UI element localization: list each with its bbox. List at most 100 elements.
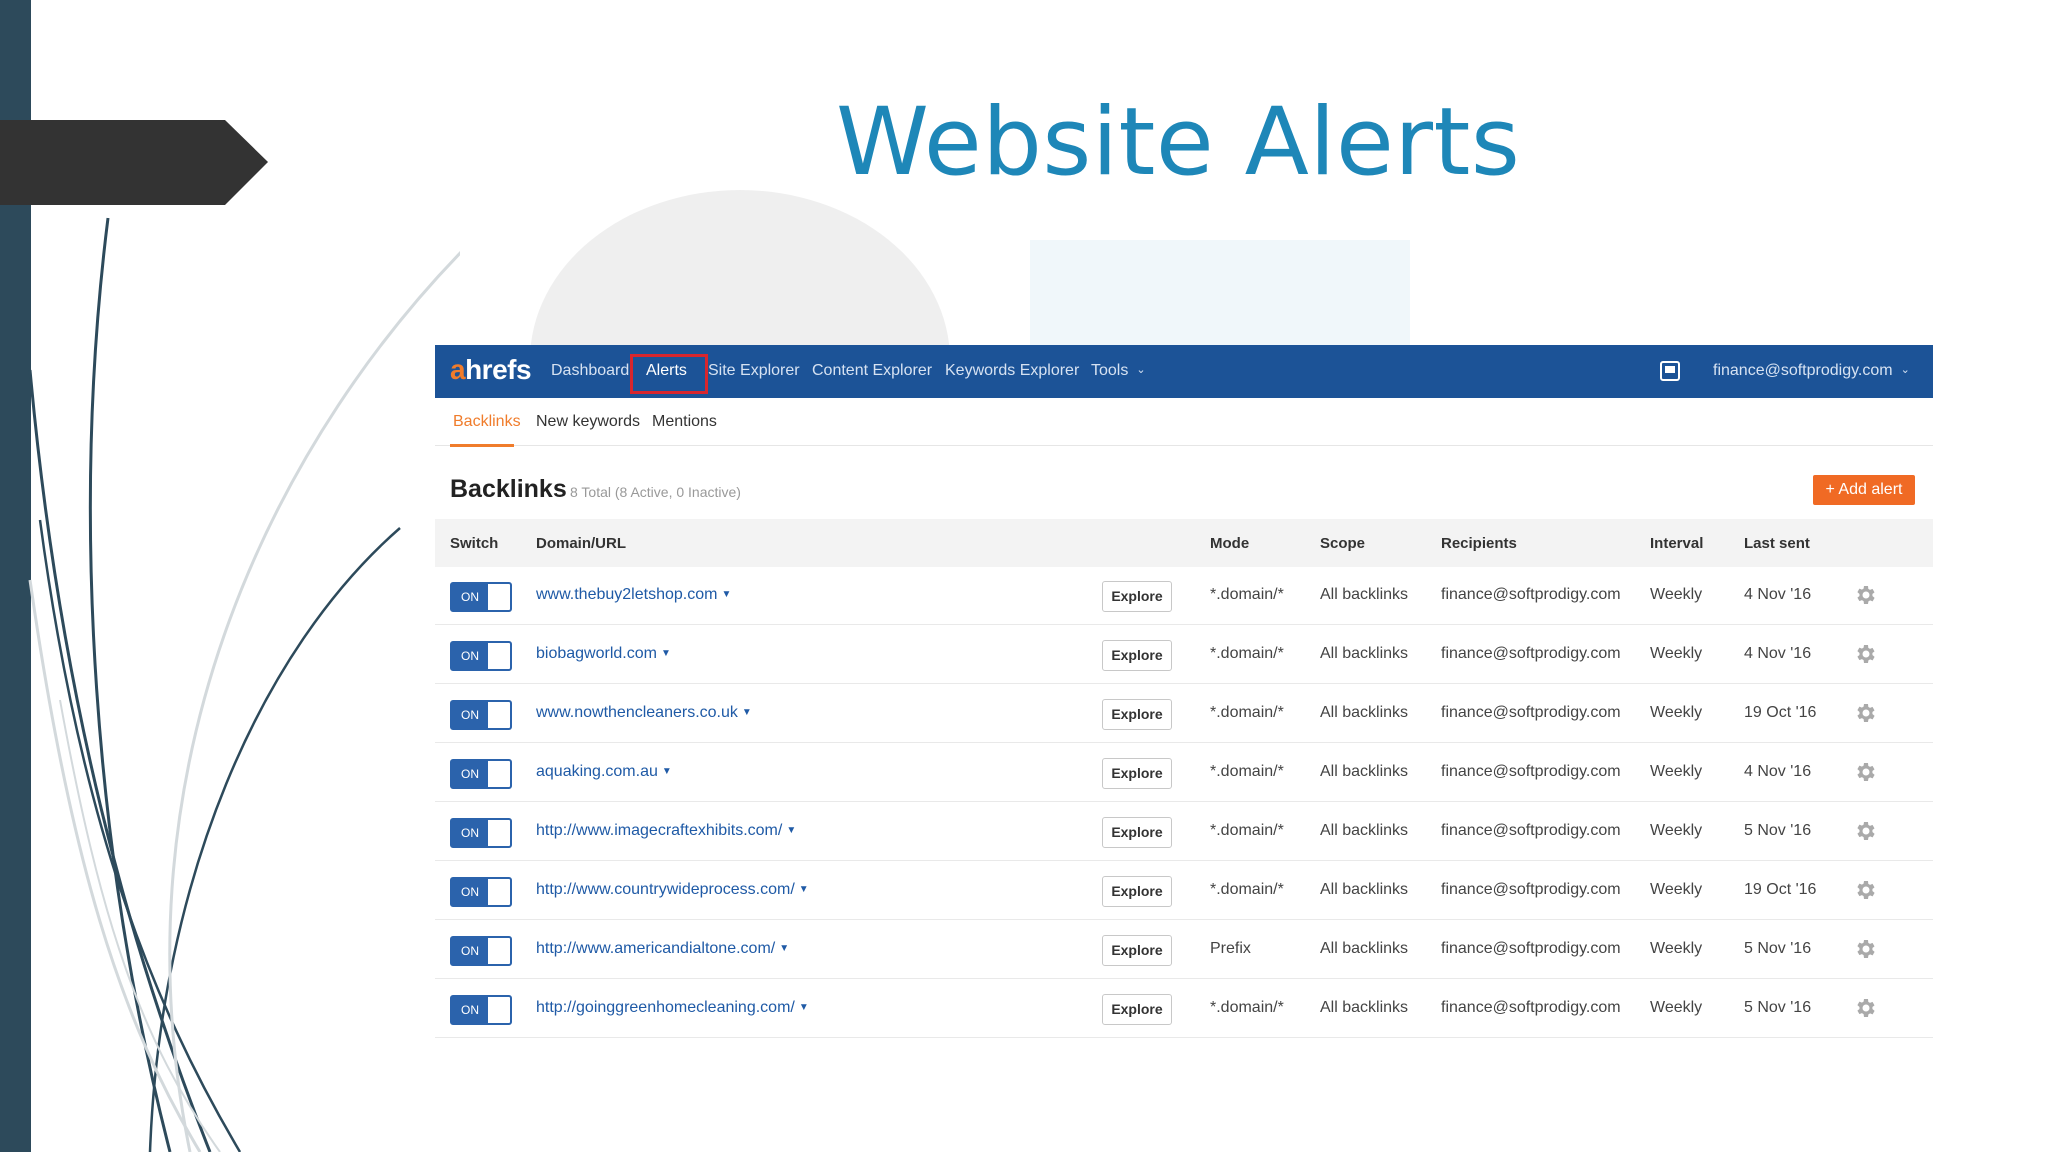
scope-cell: All backlinks <box>1320 704 1409 721</box>
subtabs-bar: Backlinks New keywords Mentions <box>435 398 1933 446</box>
mode-cell: *.domain/* <box>1210 999 1284 1016</box>
domain-link[interactable]: http://goinggreenhomecleaning.com/▼ <box>536 999 809 1017</box>
tab-mentions[interactable]: Mentions <box>652 413 717 431</box>
slide-decorative-curves <box>28 217 460 1152</box>
table-row: ON aquaking.com.au ▼ Explore *.domain/* A… <box>435 744 1933 802</box>
recipients-cell: finance@softprodigy.com <box>1441 881 1621 898</box>
mode-cell: *.domain/* <box>1210 645 1284 662</box>
switch-toggle[interactable]: ON <box>450 877 512 907</box>
switch-toggle[interactable]: ON <box>450 759 512 789</box>
table-row: ON www.nowthencleaners.co.uk ▼ Explore *.… <box>435 685 1933 743</box>
notification-icon[interactable] <box>1660 361 1680 381</box>
domain-link[interactable]: biobagworld.com ▼ <box>536 645 671 663</box>
switch-toggle[interactable]: ON <box>450 936 512 966</box>
tab-new-keywords[interactable]: New keywords <box>536 413 640 431</box>
table-row: ON http://www.americandialtone.com/▼ Exp… <box>435 921 1933 979</box>
table-header: Switch Domain/URL Mode Scope Recipients … <box>435 519 1933 567</box>
chevron-down-icon: ⌄ <box>1900 364 1910 376</box>
interval-cell: Weekly <box>1650 763 1703 780</box>
column-header-domain: Domain/URL <box>536 535 626 552</box>
interval-cell: Weekly <box>1650 704 1703 721</box>
explore-button[interactable]: Explore <box>1102 935 1172 966</box>
explore-button[interactable]: Explore <box>1102 758 1172 789</box>
gear-icon[interactable] <box>1853 701 1877 725</box>
nav-tools[interactable]: Tools ⌄ <box>1091 362 1146 380</box>
last-sent-cell: 4 Nov '16 <box>1744 645 1812 662</box>
last-sent-cell: 5 Nov '16 <box>1744 822 1812 839</box>
switch-toggle[interactable]: ON <box>450 995 512 1025</box>
domain-link[interactable]: http://www.americandialtone.com/▼ <box>536 940 789 958</box>
table-row: ON biobagworld.com ▼ Explore *.domain/* A… <box>435 626 1933 684</box>
chevron-down-icon: ⌄ <box>1136 364 1146 376</box>
gear-icon[interactable] <box>1853 937 1877 961</box>
gear-icon[interactable] <box>1853 996 1877 1020</box>
recipients-cell: finance@softprodigy.com <box>1441 586 1621 603</box>
table-row: ON www.thebuy2letshop.com ▼ Explore *.dom… <box>435 567 1933 625</box>
interval-cell: Weekly <box>1650 881 1703 898</box>
domain-link[interactable]: www.thebuy2letshop.com ▼ <box>536 586 731 604</box>
scope-cell: All backlinks <box>1320 999 1409 1016</box>
scope-cell: All backlinks <box>1320 645 1409 662</box>
add-alert-button[interactable]: + Add alert <box>1813 475 1915 505</box>
gear-icon[interactable] <box>1853 878 1877 902</box>
column-header-last-sent: Last sent <box>1744 535 1810 552</box>
nav-content-explorer[interactable]: Content Explorer <box>812 362 932 380</box>
mode-cell: *.domain/* <box>1210 763 1284 780</box>
gear-icon[interactable] <box>1853 760 1877 784</box>
explore-button[interactable]: Explore <box>1102 876 1172 907</box>
explore-button[interactable]: Explore <box>1102 817 1172 848</box>
explore-button[interactable]: Explore <box>1102 994 1172 1025</box>
column-header-mode: Mode <box>1210 535 1250 552</box>
ahrefs-logo[interactable]: ahrefs <box>450 354 532 386</box>
section-subtitle: 8 Total (8 Active, 0 Inactive) <box>570 484 741 500</box>
user-account-menu[interactable]: finance@softprodigy.com ⌄ <box>1713 362 1910 380</box>
explore-button[interactable]: Explore <box>1102 640 1172 671</box>
top-navigation-bar: ahrefs Dashboard Alerts Site Explorer Co… <box>435 345 1933 398</box>
scope-cell: All backlinks <box>1320 586 1409 603</box>
table-row: ON http://goinggreenhomecleaning.com/▼ E… <box>435 980 1933 1038</box>
recipients-cell: finance@softprodigy.com <box>1441 822 1621 839</box>
last-sent-cell: 19 Oct '16 <box>1744 704 1817 721</box>
interval-cell: Weekly <box>1650 822 1703 839</box>
domain-link[interactable]: www.nowthencleaners.co.uk ▼ <box>536 704 752 722</box>
ahrefs-app-screenshot: ahrefs Dashboard Alerts Site Explorer Co… <box>435 345 1933 1045</box>
caret-down-icon: ▼ <box>721 589 732 600</box>
mode-cell: *.domain/* <box>1210 822 1284 839</box>
ghost-background-graphic <box>530 190 1410 350</box>
mode-cell: *.domain/* <box>1210 586 1284 603</box>
gear-icon[interactable] <box>1853 583 1877 607</box>
caret-down-icon: ▼ <box>741 707 752 718</box>
explore-button[interactable]: Explore <box>1102 699 1172 730</box>
scope-cell: All backlinks <box>1320 940 1409 957</box>
column-header-switch: Switch <box>450 535 499 552</box>
nav-site-explorer[interactable]: Site Explorer <box>708 362 800 380</box>
scope-cell: All backlinks <box>1320 822 1409 839</box>
last-sent-cell: 4 Nov '16 <box>1744 586 1812 603</box>
domain-link[interactable]: http://www.imagecraftexhibits.com/▼ <box>536 822 796 840</box>
recipients-cell: finance@softprodigy.com <box>1441 763 1621 780</box>
last-sent-cell: 5 Nov '16 <box>1744 940 1812 957</box>
recipients-cell: finance@softprodigy.com <box>1441 940 1621 957</box>
nav-dashboard[interactable]: Dashboard <box>551 362 629 380</box>
switch-toggle[interactable]: ON <box>450 700 512 730</box>
section-title: Backlinks <box>450 475 567 503</box>
tab-backlinks[interactable]: Backlinks <box>453 413 521 431</box>
mode-cell: *.domain/* <box>1210 704 1284 721</box>
explore-button[interactable]: Explore <box>1102 581 1172 612</box>
domain-link[interactable]: http://www.countrywideprocess.com/▼ <box>536 881 809 899</box>
switch-toggle[interactable]: ON <box>450 582 512 612</box>
switch-toggle[interactable]: ON <box>450 641 512 671</box>
recipients-cell: finance@softprodigy.com <box>1441 645 1621 662</box>
nav-keywords-explorer[interactable]: Keywords Explorer <box>945 362 1079 380</box>
interval-cell: Weekly <box>1650 940 1703 957</box>
domain-link[interactable]: aquaking.com.au ▼ <box>536 763 672 781</box>
scope-cell: All backlinks <box>1320 763 1409 780</box>
gear-icon[interactable] <box>1853 819 1877 843</box>
recipients-cell: finance@softprodigy.com <box>1441 999 1621 1016</box>
gear-icon[interactable] <box>1853 642 1877 666</box>
caret-down-icon: ▼ <box>798 884 809 895</box>
switch-toggle[interactable]: ON <box>450 818 512 848</box>
column-header-recipients: Recipients <box>1441 535 1517 552</box>
last-sent-cell: 4 Nov '16 <box>1744 763 1812 780</box>
caret-down-icon: ▼ <box>786 825 797 836</box>
